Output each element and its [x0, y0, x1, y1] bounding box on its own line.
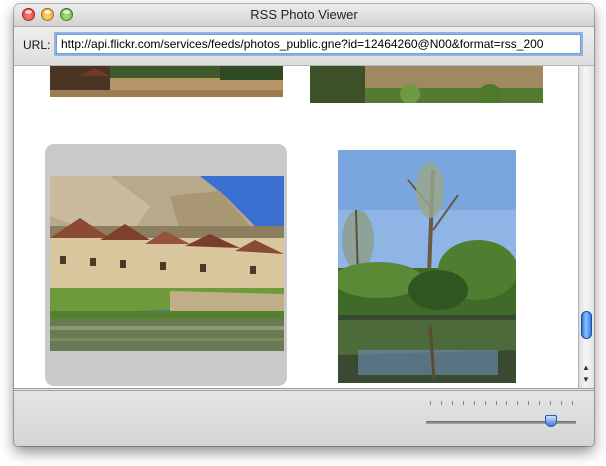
- slider-tick: [473, 401, 475, 405]
- slider-tick: [561, 401, 563, 405]
- slider-tick: [440, 401, 442, 405]
- zoom-slider-knob[interactable]: [544, 415, 557, 427]
- title-bar[interactable]: RSS Photo Viewer: [14, 4, 594, 27]
- bottom-toolbar: [14, 390, 594, 446]
- close-button[interactable]: [22, 8, 35, 21]
- window-title: RSS Photo Viewer: [250, 7, 358, 22]
- slider-tick: [517, 401, 519, 405]
- url-toolbar: URL:: [14, 27, 594, 66]
- scroll-up-arrow-icon[interactable]: ▲: [582, 363, 590, 373]
- photo-gallery[interactable]: [14, 66, 578, 389]
- slider-tick: [484, 401, 486, 405]
- slider-tick: [462, 401, 464, 405]
- minimize-button[interactable]: [41, 8, 54, 21]
- tree-river-reflection-photo[interactable]: [338, 150, 516, 383]
- village-wall-photo[interactable]: [50, 66, 283, 97]
- slider-tick: [506, 401, 508, 405]
- url-input[interactable]: [54, 32, 583, 56]
- scroll-down-arrow-icon[interactable]: ▼: [582, 375, 590, 385]
- slider-tick: [539, 401, 541, 405]
- stone-wall-greenery-photo[interactable]: [310, 66, 543, 103]
- zoom-button[interactable]: [60, 8, 73, 21]
- scroll-thumb[interactable]: [581, 311, 592, 339]
- slider-tick: [572, 401, 573, 405]
- url-label: URL:: [23, 38, 51, 52]
- vertical-scrollbar[interactable]: ▲ ▼: [578, 66, 594, 389]
- slider-tick: [550, 401, 552, 405]
- slider-tick: [451, 401, 453, 405]
- slider-tick: [430, 401, 431, 405]
- slider-tick: [528, 401, 530, 405]
- cliff-village-river-photo[interactable]: [50, 176, 284, 351]
- app-window: RSS Photo Viewer URL: http://api.flickr.…: [14, 4, 594, 446]
- slider-tick: [495, 401, 497, 405]
